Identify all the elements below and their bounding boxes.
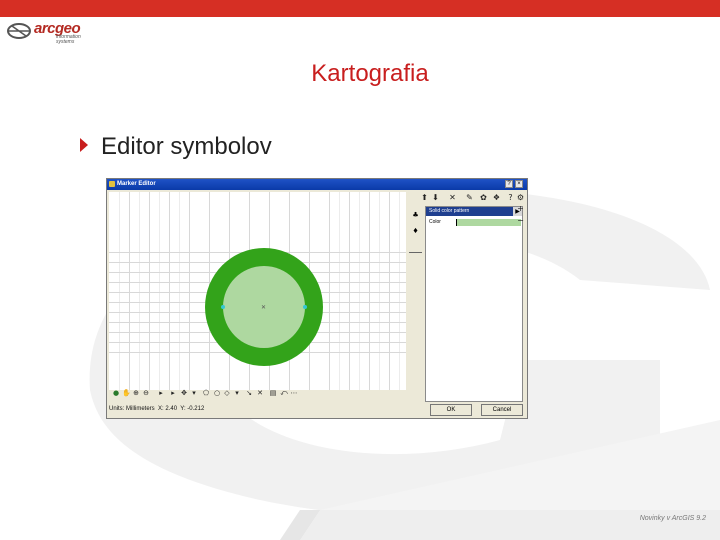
rotate-icon[interactable]: ⤺: [280, 389, 288, 397]
line-icon[interactable]: ◇: [223, 389, 231, 397]
footer-text: Novinky v ArcGIS 9.2: [639, 515, 706, 522]
color-row[interactable]: Color: [426, 218, 522, 227]
y-value: -0.212: [187, 406, 205, 412]
ellipse-icon[interactable]: ○: [213, 389, 221, 397]
dropdown-icon[interactable]: ▾: [233, 389, 241, 397]
select-icon[interactable]: ▸: [157, 389, 165, 397]
color-icon[interactable]: ✿: [479, 193, 488, 202]
help-icon[interactable]: ?: [506, 193, 515, 202]
logo-globe-icon: [7, 23, 31, 39]
selection-handle[interactable]: [303, 305, 307, 309]
settings-icon[interactable]: ⚙: [516, 193, 525, 202]
properties-pane: ⬆ ⬇ ✕ ✎ ✿ ❖ ? ⚙ ♣ ♦ Solid color pattern …: [408, 192, 526, 402]
pan-icon[interactable]: ✋: [122, 389, 131, 397]
dropdown-icon[interactable]: ▾: [190, 389, 198, 397]
add-layer-icon[interactable]: ♣: [409, 210, 422, 220]
plus-icon[interactable]: +: [516, 204, 525, 213]
logo-subtitle: information systems: [56, 34, 81, 45]
cancel-button[interactable]: Cancel: [481, 404, 523, 416]
window-title: Marker Editor: [117, 181, 156, 187]
delete-tool-icon[interactable]: ✕: [256, 389, 264, 397]
ok-button[interactable]: OK: [430, 404, 472, 416]
layer-option-icon[interactable]: ♦: [409, 226, 422, 236]
edit-icon[interactable]: ✎: [465, 193, 474, 202]
help-button[interactable]: ?: [505, 180, 513, 188]
minus-icon[interactable]: −: [516, 216, 525, 225]
node-icon[interactable]: ✥: [180, 389, 188, 397]
layer-divider: [409, 252, 422, 253]
arcgeo-logo: arcgeo information systems: [4, 20, 94, 46]
point-icon[interactable]: ▸: [169, 389, 177, 397]
units-label: Units: Millimeters: [109, 406, 155, 412]
slide-title: Kartografia: [311, 60, 429, 87]
color-label: Color: [429, 219, 441, 225]
window-titlebar[interactable]: Marker Editor ? ×: [107, 179, 527, 190]
properties-header: Solid color pattern: [426, 207, 514, 216]
zoom-out-icon[interactable]: ⊖: [142, 389, 150, 397]
zoom-icon[interactable]: ⊕: [132, 389, 140, 397]
delete-icon[interactable]: ✕: [448, 193, 457, 202]
globe-icon[interactable]: ●: [112, 389, 120, 397]
text-icon[interactable]: ⋯: [290, 389, 298, 397]
footer-band: [280, 510, 720, 540]
symbol-canvas[interactable]: ✕: [109, 192, 406, 390]
arrow-icon[interactable]: ↘: [245, 389, 253, 397]
drawing-toolbar: ● ✋ ⊕ ⊖ ▸ ▸ ✥ ▾ ⬠ ○ ◇ ▾ ↘ ✕ ▤ ⤺ ⋯: [109, 387, 406, 400]
frame-icon[interactable]: ▤: [269, 389, 277, 397]
paint-icon[interactable]: ❖: [492, 193, 501, 202]
marker-editor-window: Marker Editor ? × ✕ ● ✋ ⊕ ⊖ ▸ ▸ ✥ ▾ ⬠ ○ …: [106, 178, 528, 419]
move-up-icon[interactable]: ⬆: [420, 193, 429, 202]
close-button[interactable]: ×: [515, 180, 523, 188]
app-icon: [109, 181, 115, 187]
symbol-properties: Solid color pattern ▶ Color: [425, 206, 523, 402]
polygon-icon[interactable]: ⬠: [202, 389, 210, 397]
selection-handle[interactable]: [221, 305, 225, 309]
layer-list: ♣ ♦: [408, 206, 423, 402]
x-value: 2.40: [165, 406, 178, 412]
y-label: Y:: [180, 406, 186, 412]
status-bar: Units: Millimeters X: 2.40 Y: -0.212: [109, 403, 419, 415]
x-label: X:: [158, 406, 164, 412]
bullet-arrow-icon: [80, 138, 88, 152]
move-down-icon[interactable]: ⬇: [431, 193, 440, 202]
top-red-bar: [0, 0, 720, 17]
bullet-text: Editor symbolov: [101, 133, 272, 160]
center-mark-icon: ✕: [261, 305, 267, 311]
color-swatch[interactable]: [456, 219, 521, 226]
